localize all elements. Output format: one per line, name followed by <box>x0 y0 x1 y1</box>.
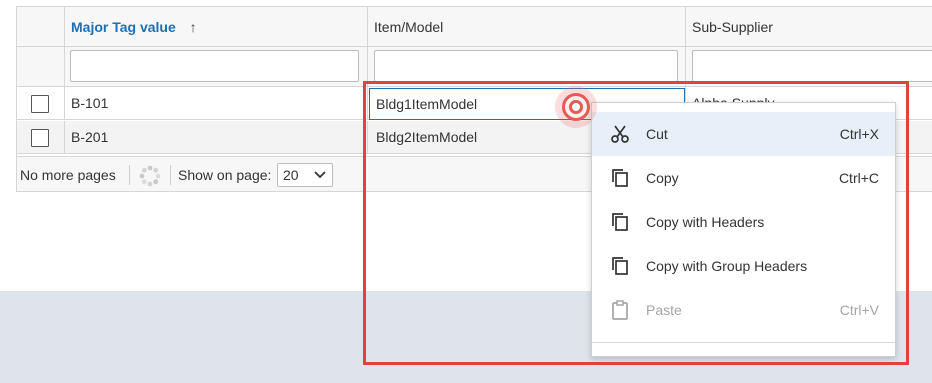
column-header-sub-supplier[interactable]: Sub-Supplier <box>686 7 932 47</box>
column-header-label: Major Tag value <box>71 19 176 35</box>
filter-input-sub-supplier[interactable] <box>692 50 932 82</box>
filter-input-major-tag[interactable] <box>70 50 359 82</box>
grid-header: Major Tag value ↑ Item/Model Sub-Supplie… <box>17 7 932 47</box>
row-checkbox[interactable] <box>31 95 49 113</box>
pager-status: No more pages <box>20 167 116 183</box>
header-select-cell <box>17 7 65 47</box>
column-header-major-tag[interactable]: Major Tag value ↑ <box>65 7 368 47</box>
page-size-label: Show on page: <box>178 167 272 183</box>
cell-major-tag[interactable]: B-101 <box>65 87 368 120</box>
page: Major Tag value ↑ Item/Model Sub-Supplie… <box>0 0 932 383</box>
chevron-down-icon <box>314 164 326 186</box>
pager-divider <box>170 165 171 185</box>
select-cell <box>17 87 65 120</box>
arrow-up-icon: ↑ <box>189 19 197 35</box>
column-header-label: Item/Model <box>374 19 444 35</box>
filter-cell <box>65 47 368 87</box>
select-cell <box>17 121 65 154</box>
page-size-value: 20 <box>283 167 299 183</box>
column-header-label: Sub-Supplier <box>692 19 773 35</box>
pager-divider <box>129 165 130 185</box>
row-checkbox[interactable] <box>31 129 49 147</box>
page-size-select[interactable]: 20 <box>277 163 333 187</box>
filter-select-cell <box>17 47 65 87</box>
column-header-item-model[interactable]: Item/Model <box>368 7 686 47</box>
filter-input-item-model[interactable] <box>374 50 678 82</box>
highlight-box <box>363 81 909 365</box>
cell-major-tag[interactable]: B-201 <box>65 121 368 154</box>
spinner-icon <box>139 165 161 187</box>
